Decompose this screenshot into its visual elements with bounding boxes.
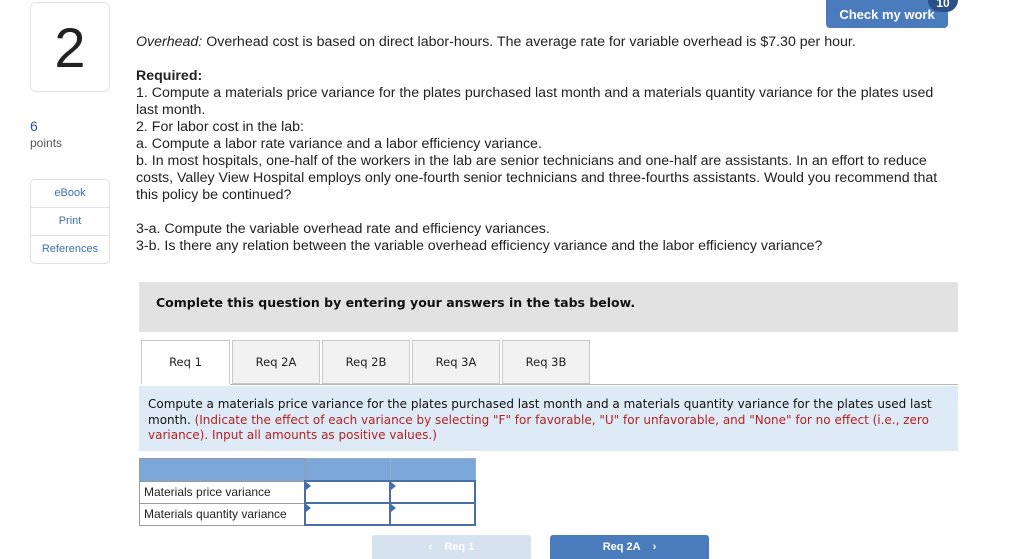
chevron-left-icon: ‹: [428, 541, 433, 553]
quantity-variance-effect-cell: [389, 502, 476, 526]
required-heading: Required:: [136, 68, 203, 84]
requirement-2b: b. In most hospitals, one-half of the wo…: [136, 153, 938, 203]
header-amount-cell: [304, 458, 391, 482]
answer-table-header: [139, 458, 476, 482]
answer-table: Materials price variance Materials quant…: [139, 458, 476, 526]
tab-req-1[interactable]: Req 1: [141, 340, 230, 384]
table-row: Materials quantity variance: [139, 502, 476, 526]
price-variance-effect-cell: [389, 480, 476, 504]
requirement-3b: 3-b. Is there any relation between the v…: [136, 238, 823, 254]
input-marker-icon: [306, 482, 311, 490]
instructions-banner: Complete this question by entering your …: [139, 282, 958, 332]
references-link[interactable]: References: [31, 236, 109, 263]
chevron-right-icon: ›: [652, 541, 657, 553]
overhead-text: Overhead cost is based on direct labor-h…: [202, 34, 856, 50]
price-variance-effect-select[interactable]: [391, 483, 474, 501]
requirement-prompt: Compute a materials price variance for t…: [139, 386, 958, 451]
prev-req-label: Req 1: [444, 541, 475, 553]
price-variance-amount-cell: [304, 480, 391, 504]
check-my-work-label: Check my work: [839, 6, 935, 22]
table-row: Materials price variance: [139, 480, 476, 504]
ebook-link[interactable]: eBook: [31, 180, 109, 208]
resource-links: eBook Print References: [30, 179, 110, 264]
question-number: 2: [30, 2, 110, 92]
quantity-variance-amount-input[interactable]: [306, 505, 389, 523]
tab-req-2b[interactable]: Req 2B: [322, 340, 410, 384]
prompt-note: (Indicate the effect of each variance by…: [148, 412, 929, 443]
input-marker-icon: [306, 504, 311, 512]
quantity-variance-amount-cell: [304, 502, 391, 526]
row-label: Materials quantity variance: [139, 502, 306, 526]
requirement-tabs: Req 1 Req 2A Req 2B Req 3A Req 3B: [141, 340, 592, 385]
header-label-cell: [139, 458, 306, 482]
next-req-button[interactable]: Req 2A ›: [550, 535, 709, 559]
requirement-1: 1. Compute a materials price variance fo…: [136, 85, 934, 118]
overhead-intro: Overhead: Overhead cost is based on dire…: [136, 34, 956, 51]
requirement-3a: 3-a. Compute the variable overhead rate …: [136, 221, 550, 237]
tab-divider: [230, 384, 958, 385]
quantity-variance-effect-select[interactable]: [391, 505, 474, 523]
requirement-2: 2. For labor cost in the lab:: [136, 119, 304, 135]
points-value: 6: [30, 118, 38, 134]
overhead-label: Overhead:: [136, 34, 203, 50]
input-marker-icon: [391, 482, 396, 490]
requirement-2a: a. Compute a labor rate variance and a l…: [136, 136, 542, 152]
header-effect-cell: [389, 458, 476, 482]
tab-req-3a[interactable]: Req 3A: [412, 340, 500, 384]
tab-req-2a[interactable]: Req 2A: [232, 340, 320, 384]
problem-text: Overhead: Overhead cost is based on dire…: [136, 34, 956, 255]
next-req-label: Req 2A: [602, 541, 641, 553]
row-label: Materials price variance: [139, 480, 306, 504]
tab-req-3b[interactable]: Req 3B: [502, 340, 590, 384]
points-label: points: [30, 136, 63, 150]
prev-req-button[interactable]: ‹ Req 1: [372, 535, 531, 559]
price-variance-amount-input[interactable]: [306, 483, 389, 501]
input-marker-icon: [391, 504, 396, 512]
print-link[interactable]: Print: [31, 208, 109, 236]
